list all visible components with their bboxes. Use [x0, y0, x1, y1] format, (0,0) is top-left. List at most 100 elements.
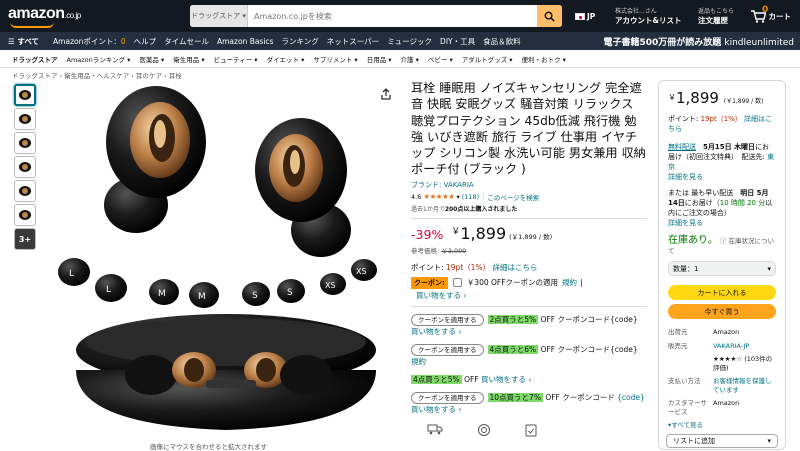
coupon-checkbox[interactable]: [452, 278, 462, 288]
subnav-item[interactable]: アダルトグッズ ▾: [462, 54, 513, 64]
seller-link[interactable]: VAKARIA-JP: [713, 342, 749, 351]
subnav-item[interactable]: 衛生用品 ▾: [173, 54, 204, 64]
clipboard-check-icon: [525, 424, 537, 437]
tip-label: M: [158, 289, 166, 299]
promo-shop-link[interactable]: 買い物をする ›: [481, 375, 531, 384]
search-input[interactable]: [248, 5, 537, 27]
subnav-item[interactable]: ベビー ▾: [428, 54, 453, 64]
thumbnail[interactable]: [14, 156, 36, 178]
all-menu-button[interactable]: ☰ すべて: [8, 36, 39, 47]
breadcrumb-link[interactable]: 耳栓: [169, 72, 182, 80]
breadcrumb-link[interactable]: 衛生用品・ヘルスケア: [64, 72, 129, 80]
account-menu[interactable]: 株式会社...さん アカウント&リスト: [615, 7, 682, 25]
add-to-cart-button[interactable]: カートに入れる: [668, 285, 776, 300]
delivery-details-link[interactable]: 詳細を見る: [668, 173, 703, 181]
main-nav: ☰ すべて Amazonポイント：0 ヘルプ タイムセール Amazon Bas…: [0, 32, 800, 50]
subnav-label: ビューティー: [213, 55, 253, 64]
thumbnail[interactable]: [14, 132, 36, 154]
chevron-down-icon: ▾: [767, 264, 771, 273]
buy-now-button[interactable]: 今すぐ買う: [668, 304, 776, 319]
nav-item[interactable]: タイムセール: [164, 36, 209, 47]
review-count-link[interactable]: (118): [462, 193, 479, 201]
left-earplug: [104, 86, 206, 233]
apply-coupon-button[interactable]: クーポンを適用する: [411, 343, 484, 356]
subnav-item[interactable]: ダイエット ▾: [267, 54, 305, 64]
quantity-select[interactable]: 数量：1 ▾: [668, 261, 776, 276]
price-value: 1,899: [460, 223, 507, 243]
nav-item[interactable]: ミュージック: [387, 36, 432, 47]
info-icon[interactable]: ⓘ: [720, 237, 727, 245]
promo-terms-link[interactable]: 規約: [411, 357, 426, 366]
discount-percent: -39%: [411, 226, 444, 242]
category-subnav: ドラッグストア Amazonランキング ▾ 医薬品 ▾ 衛生用品 ▾ ビューティ…: [0, 50, 800, 68]
currency-symbol: ￥: [451, 226, 461, 237]
amazon-logo[interactable]: amazon.co.jp: [8, 5, 81, 28]
tip-label: S: [252, 291, 258, 301]
orders-link[interactable]: 返品もこちら 注文履歴: [698, 7, 734, 25]
points-value: 19pt（1%）: [700, 115, 742, 123]
cart-button[interactable]: 0 カート: [750, 6, 791, 23]
more-images-button[interactable]: 3+: [14, 228, 36, 250]
buybox-price-value: 1,899: [676, 89, 719, 107]
nav-item[interactable]: DIY・工具: [440, 36, 475, 47]
thumbnail[interactable]: [14, 204, 36, 226]
see-all-row: ▾すべて見る: [668, 421, 776, 430]
subnav-item[interactable]: Amazonランキング ▾: [67, 54, 131, 64]
coupon-terms-link[interactable]: 規約: [562, 277, 577, 288]
subnav-item[interactable]: 日用品 ▾: [367, 54, 392, 64]
thumbnail[interactable]: [14, 84, 36, 106]
nav-item[interactable]: ネットスーパー: [327, 36, 379, 47]
star-rating-icon[interactable]: ★★★★★: [423, 192, 455, 201]
thumbnail[interactable]: [14, 108, 36, 130]
language-selector[interactable]: JP: [575, 12, 595, 21]
add-to-list-label: リストに追加: [673, 437, 715, 445]
orders-label: 注文履歴: [698, 16, 728, 25]
promo-shop-link[interactable]: 買い物をする ›: [411, 327, 461, 336]
subnav-label: アダルトグッズ: [461, 55, 508, 64]
search-page-link[interactable]: このページを検索: [487, 192, 539, 202]
kindle-unlimited-promo[interactable]: 電子書籍500万冊が読み放題 kindleunlimited: [603, 35, 794, 48]
free-delivery-link[interactable]: 無料配送: [668, 143, 696, 151]
breadcrumb-link[interactable]: ドラッグストア: [12, 72, 58, 80]
search-category-select[interactable]: ドラッグストア ▾: [190, 5, 248, 27]
seller-rating[interactable]: ★★★★☆ (103件の評価): [713, 355, 776, 372]
see-all-link[interactable]: ▾すべて見る: [668, 421, 703, 430]
subnav-item[interactable]: ビューティー ▾: [214, 54, 258, 64]
charging-case: [76, 314, 376, 430]
nav-item[interactable]: Amazon Basics: [217, 37, 273, 46]
subnav-item[interactable]: 便利・おトク ▾: [522, 54, 566, 64]
product-title: 耳栓 睡眠用 ノイズキャンセリング 完全遮音 快眠 安眠グッズ 騒音対策 リラッ…: [411, 81, 646, 177]
subnav-item[interactable]: ドラッグストア: [12, 54, 58, 64]
logo-text: amazon: [8, 5, 65, 22]
nav-item[interactable]: 食品＆飲料: [483, 36, 521, 47]
subnav-item[interactable]: 介護 ▾: [401, 54, 419, 64]
customer-service-row: カスタマーサービス Amazon: [668, 399, 776, 416]
coupon-shop-link[interactable]: 買い物をする ›: [416, 291, 466, 300]
thumbnail[interactable]: [14, 180, 36, 202]
subnav-item[interactable]: 医薬品 ▾: [139, 54, 164, 64]
nav-points-label: Amazonポイント：: [53, 36, 121, 46]
product-main-image[interactable]: L L M M S S XS XS: [56, 80, 396, 440]
chevron-down-icon[interactable]: ▾: [456, 193, 459, 201]
cart-count: 0: [762, 5, 769, 15]
countdown-time: 10 時間 20 分: [719, 199, 766, 207]
seller-row: 販売元 VAKARIA-JP: [668, 342, 776, 351]
fastest-details-link[interactable]: 詳細を見る: [668, 219, 703, 227]
search-bar: ドラッグストア ▾: [190, 5, 562, 27]
nav-points[interactable]: Amazonポイント：0: [53, 36, 126, 47]
apply-coupon-button[interactable]: クーポンを適用する: [411, 313, 484, 326]
add-to-list-button[interactable]: リストに追加 ▾: [666, 434, 778, 448]
apply-coupon-button[interactable]: クーポンを適用する: [411, 391, 484, 404]
share-icon[interactable]: [380, 88, 392, 100]
nav-item[interactable]: ランキング: [281, 36, 318, 47]
breadcrumb-link[interactable]: 耳のケア: [136, 72, 162, 80]
brand-link[interactable]: ブランド: VAKARIA: [411, 181, 474, 189]
search-button[interactable]: [537, 5, 562, 27]
sold-prefix: 過去1か月で: [411, 205, 445, 213]
subnav-item[interactable]: サプリメント ▾: [313, 54, 357, 64]
account-lists-label: アカウント&リスト: [615, 16, 682, 25]
payment-security-link[interactable]: お客様情報を保護しています: [713, 377, 776, 394]
fastest-delivery: または 最も早い配送 明日 5月14日にお届け（10 時間 20 分以内にご注文…: [668, 188, 776, 228]
nav-item[interactable]: ヘルプ: [134, 36, 157, 47]
points-details-link[interactable]: 詳細はこちら: [492, 263, 537, 272]
